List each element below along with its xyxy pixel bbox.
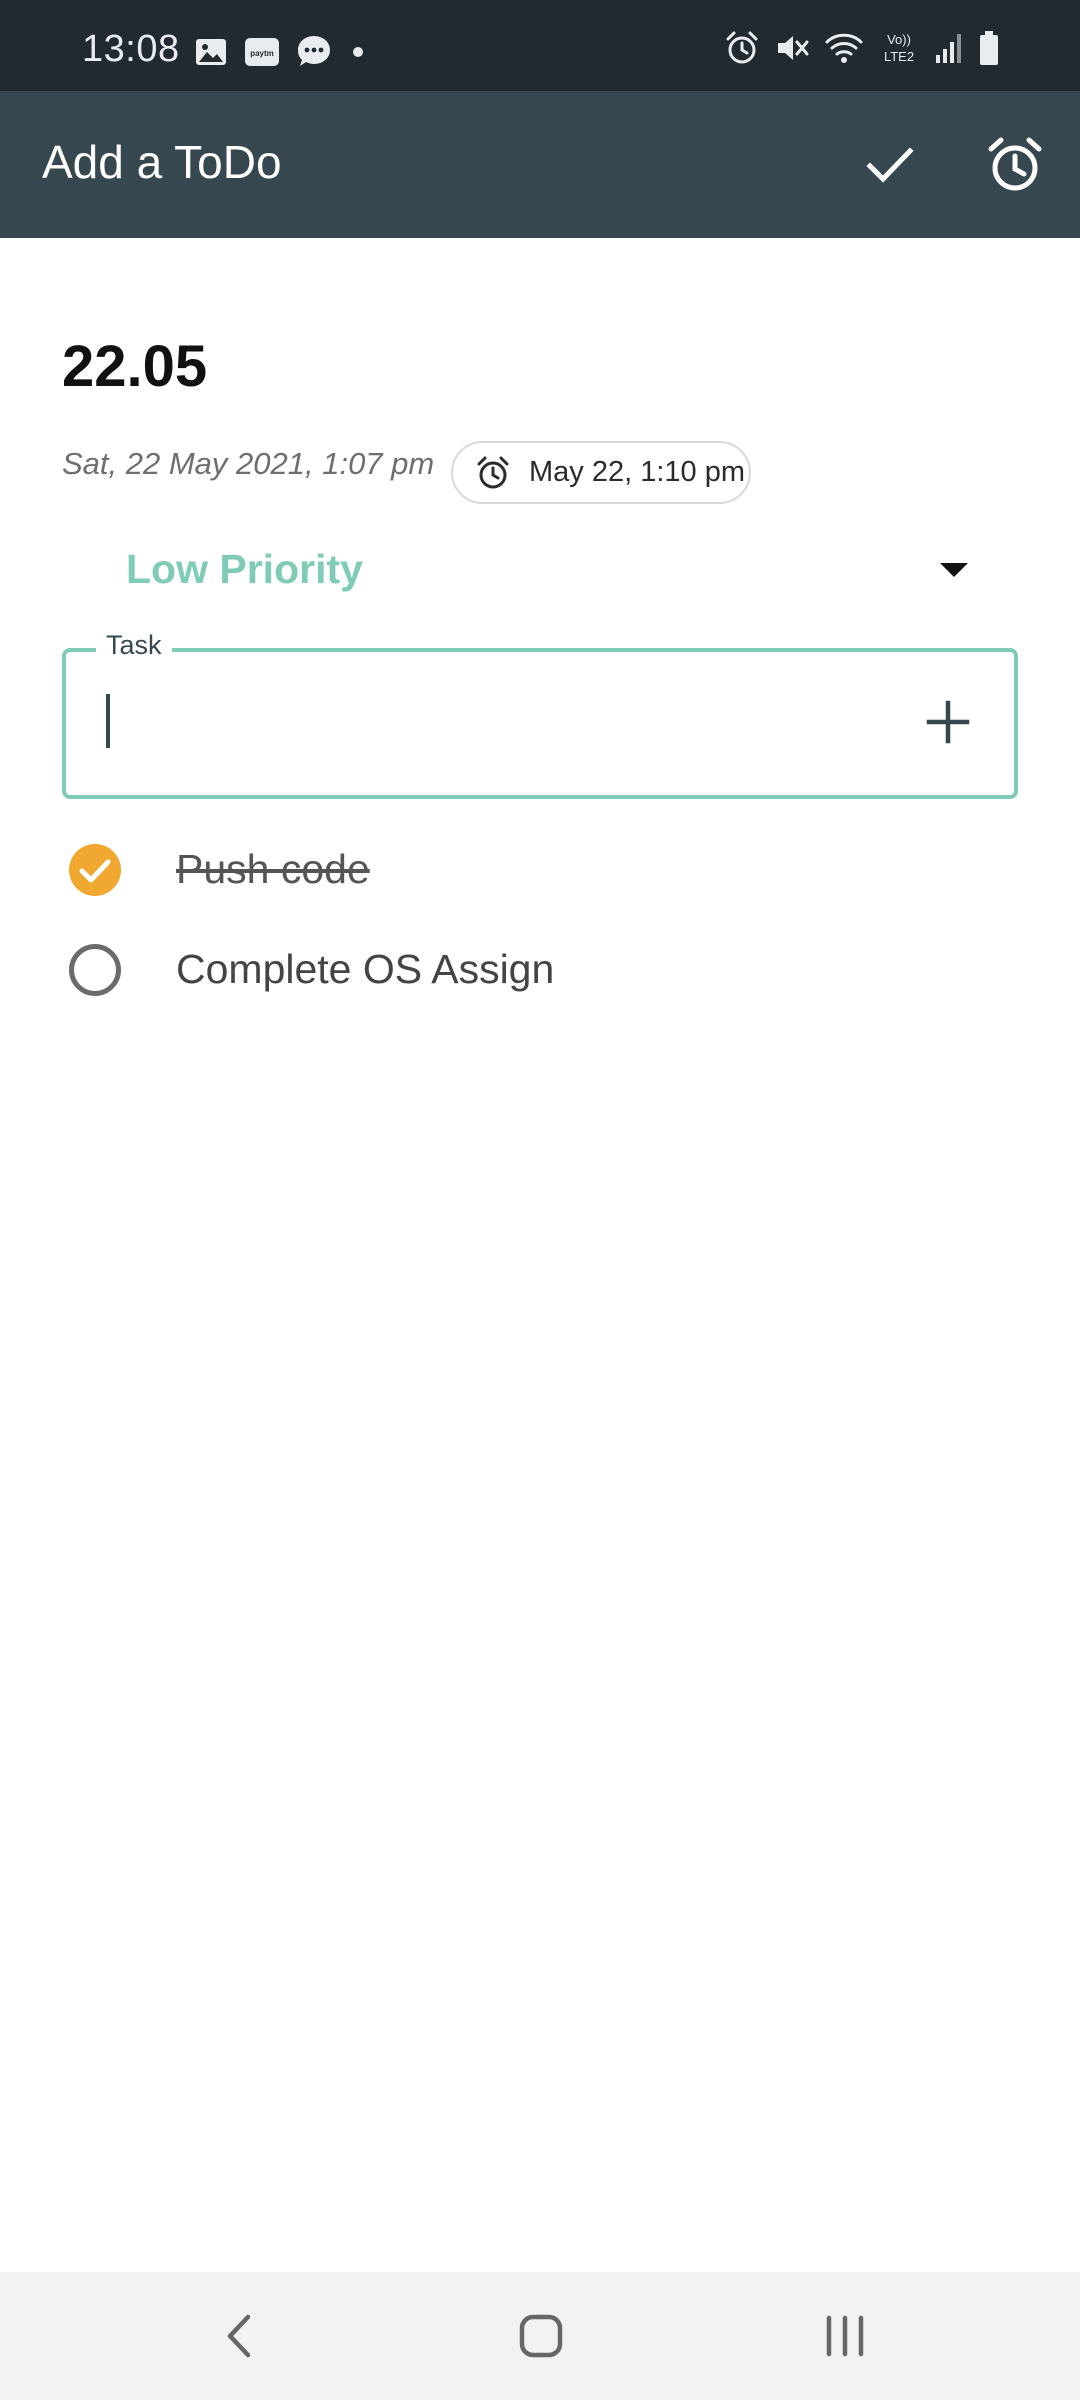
plus-icon	[926, 700, 970, 744]
todo-text: Push code	[176, 846, 370, 892]
screen: 13:08 paytm Vo)) LTE2 Add a ToDo 22.05 S…	[0, 0, 1080, 2400]
wifi-icon	[825, 33, 863, 63]
status-icons-left: paytm	[194, 34, 368, 70]
paytm-icon: paytm	[245, 38, 279, 66]
dropdown-arrow-icon[interactable]	[930, 552, 978, 588]
check-icon	[866, 147, 914, 183]
volte-line2: LTE2	[884, 49, 914, 64]
navigation-bar	[0, 2272, 1080, 2400]
alarm-icon	[988, 137, 1042, 191]
status-time: 13:08	[82, 28, 180, 70]
priority-value: Low Priority	[126, 546, 363, 592]
task-field: Task	[62, 630, 1018, 799]
list-item[interactable]: Complete OS Assign	[0, 940, 1080, 1040]
messages-icon	[298, 36, 330, 66]
checked-circle-icon[interactable]	[67, 842, 123, 898]
reminder-chip[interactable]: May 22, 1:10 pm	[451, 441, 751, 504]
task-field-label: Task	[96, 630, 172, 661]
add-task-button[interactable]	[918, 692, 978, 752]
back-button[interactable]	[210, 2306, 270, 2366]
todo-list: Push code Complete OS Assign	[0, 840, 1080, 1040]
created-date: Sat, 22 May 2021, 1:07 pm	[62, 446, 435, 481]
reminder-text: May 22, 1:10 pm	[529, 456, 745, 488]
battery-icon	[980, 31, 998, 65]
task-input[interactable]	[106, 692, 886, 756]
dot-icon	[353, 47, 363, 57]
paytm-text: paytm	[250, 49, 274, 58]
text-cursor	[106, 694, 110, 748]
back-icon	[227, 2314, 251, 2358]
unchecked-circle-icon[interactable]	[67, 942, 123, 998]
todo-text: Complete OS Assign	[176, 946, 555, 992]
page-title: Add a ToDo	[42, 136, 282, 188]
alarm-icon	[477, 456, 509, 488]
alarm-icon	[726, 31, 758, 64]
mute-icon	[778, 36, 809, 60]
signal-icon	[936, 34, 961, 63]
priority-select[interactable]: Low Priority	[0, 540, 1080, 600]
recents-button[interactable]	[815, 2306, 875, 2366]
status-icons-right: Vo)) LTE2	[724, 30, 1000, 66]
set-reminder-button[interactable]	[977, 127, 1053, 203]
status-bar: 13:08 paytm Vo)) LTE2	[0, 0, 1080, 91]
gallery-icon	[196, 39, 226, 65]
recents-icon	[826, 2315, 864, 2357]
volte-icon: Vo)) LTE2	[884, 32, 914, 64]
home-button[interactable]	[511, 2306, 571, 2366]
list-item[interactable]: Push code	[0, 840, 1080, 940]
note-title[interactable]: 22.05	[62, 333, 207, 400]
home-icon	[519, 2314, 563, 2358]
volte-line1: Vo))	[887, 32, 911, 47]
app-bar: Add a ToDo	[0, 91, 1080, 238]
save-button[interactable]	[852, 127, 928, 203]
